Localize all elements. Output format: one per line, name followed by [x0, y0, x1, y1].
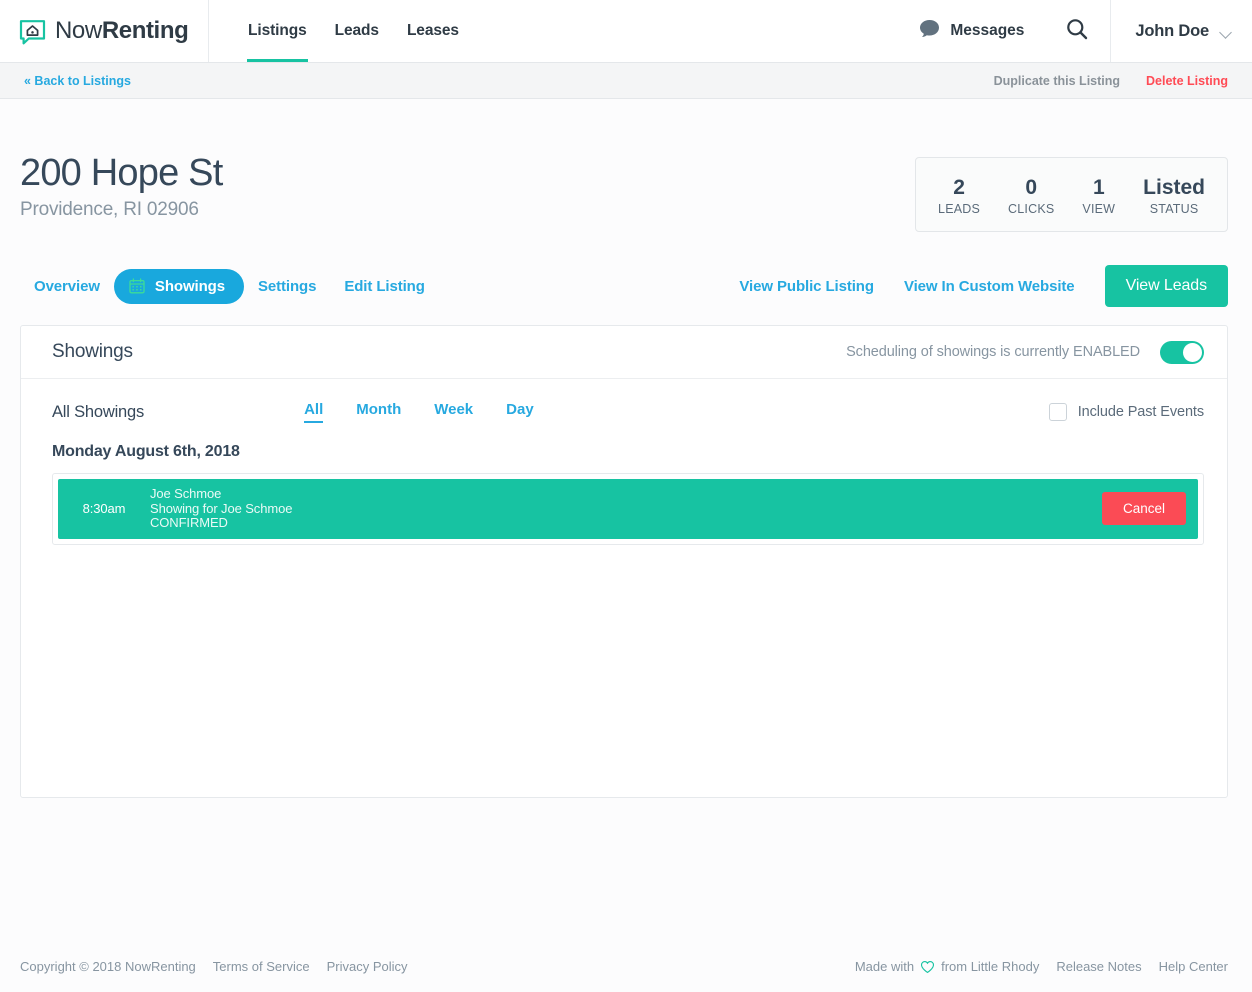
- tab-edit-listing[interactable]: Edit Listing: [330, 269, 438, 304]
- showings-filter-title: All Showings: [52, 402, 145, 421]
- tab-overview[interactable]: Overview: [20, 269, 114, 304]
- range-tab-week[interactable]: Week: [434, 401, 473, 423]
- tab-showings-label: Showings: [154, 277, 225, 295]
- brand-logo[interactable]: NowRenting: [0, 0, 209, 62]
- stat-status: Listed STATUS: [1143, 176, 1205, 216]
- event-description: Showing for Joe Schmoe: [150, 500, 293, 516]
- calendar-icon: [129, 278, 145, 294]
- nav-item-leads-label: Leads: [334, 22, 379, 39]
- event-details: Joe Schmoe Showing for Joe Schmoe CONFIR…: [150, 486, 293, 531]
- listing-action-bar: « Back to Listings Duplicate this Listin…: [0, 63, 1252, 99]
- include-past-events-control[interactable]: Include Past Events: [1048, 403, 1204, 421]
- view-leads-button[interactable]: View Leads: [1104, 265, 1228, 307]
- search-icon: [1066, 18, 1088, 45]
- scheduling-toggle[interactable]: [1160, 340, 1204, 364]
- back-to-listings-link[interactable]: « Back to Listings: [24, 74, 131, 88]
- showing-event-row[interactable]: 8:30am Joe Schmoe Showing for Joe Schmoe…: [58, 479, 1198, 539]
- top-navigation-bar: NowRenting Listings Leads Leases Message…: [0, 0, 1252, 63]
- user-menu[interactable]: John Doe: [1111, 0, 1252, 62]
- heart-icon: [920, 960, 935, 974]
- search-button[interactable]: [1044, 0, 1112, 62]
- copyright-text: Copyright © 2018 NowRenting: [20, 959, 196, 974]
- tab-showings[interactable]: Showings: [113, 268, 244, 304]
- page-title: 200 Hope St: [20, 152, 223, 194]
- showings-panel: Showings Scheduling of showings is curre…: [20, 325, 1228, 798]
- stat-views: 1 VIEW: [1082, 176, 1115, 216]
- range-tab-all[interactable]: All: [304, 401, 324, 423]
- listing-view-actions: View Public Listing View In Custom Websi…: [739, 265, 1228, 307]
- made-with-text: Made with: [854, 959, 915, 974]
- made-with-credit: Made with from Little Rhody: [855, 959, 1040, 974]
- stat-status-label: STATUS: [1149, 202, 1199, 216]
- stat-views-label: VIEW: [1082, 202, 1116, 216]
- include-past-events-checkbox[interactable]: [1048, 403, 1067, 421]
- view-custom-website-link[interactable]: View In Custom Website: [904, 278, 1075, 295]
- event-status: CONFIRMED: [150, 515, 228, 530]
- cancel-showing-button[interactable]: Cancel: [1101, 492, 1186, 526]
- range-tabs: All Month Week Day: [304, 401, 534, 423]
- stat-leads: 2 LEADS: [938, 176, 980, 216]
- range-tab-month[interactable]: Month: [356, 401, 401, 423]
- help-center-link[interactable]: Help Center: [1159, 959, 1228, 974]
- range-tab-day[interactable]: Day: [506, 401, 534, 423]
- stat-leads-label: LEADS: [938, 202, 981, 216]
- tab-settings[interactable]: Settings: [244, 269, 330, 304]
- page-subtitle: Providence, RI 02906: [20, 199, 199, 220]
- release-notes-link[interactable]: Release Notes: [1056, 959, 1141, 974]
- footer-left-group: Copyright © 2018 NowRenting Terms of Ser…: [20, 959, 408, 974]
- stat-clicks-label: CLICKS: [1008, 202, 1055, 216]
- house-chat-logo-icon: [19, 18, 46, 45]
- delete-listing-button[interactable]: Delete Listing: [1146, 74, 1228, 88]
- showings-panel-title: Showings: [52, 341, 133, 362]
- view-public-listing-link[interactable]: View Public Listing: [739, 278, 874, 295]
- tab-edit-listing-label: Edit Listing: [344, 277, 425, 295]
- chevron-down-icon: [1221, 28, 1232, 35]
- speech-bubble-icon: [919, 19, 940, 43]
- nav-item-leases[interactable]: Leases: [393, 0, 473, 62]
- privacy-policy-link[interactable]: Privacy Policy: [327, 959, 408, 974]
- day-header: Monday August 6th, 2018: [52, 443, 240, 460]
- event-card: 8:30am Joe Schmoe Showing for Joe Schmoe…: [52, 473, 1204, 545]
- stat-leads-value: 2: [953, 176, 965, 199]
- listing-title-group: 200 Hope St Providence, RI 02906: [20, 151, 223, 221]
- scheduling-toggle-group: Scheduling of showings is currently ENAB…: [846, 340, 1204, 364]
- event-contact-name: Joe Schmoe: [150, 486, 222, 501]
- primary-nav: Listings Leads Leases: [209, 0, 473, 62]
- footer-right-group: Made with from Little Rhody Release Note…: [855, 959, 1228, 974]
- listing-tabs-row: Overview Showings Settings Edit Listing …: [0, 232, 1252, 307]
- nav-item-leases-label: Leases: [406, 22, 459, 39]
- brand-name: NowRenting: [55, 17, 189, 44]
- from-little-rhody-text: from Little Rhody: [941, 959, 1040, 974]
- include-past-events-label: Include Past Events: [1077, 404, 1204, 420]
- listing-stats-box: 2 LEADS 0 CLICKS 1 VIEW Listed STATUS: [915, 157, 1228, 232]
- stat-views-value: 1: [1092, 176, 1105, 199]
- terms-of-service-link[interactable]: Terms of Service: [213, 959, 310, 974]
- event-time: 8:30am: [82, 501, 126, 517]
- showings-filter-row: All Showings All Month Week Day Include …: [21, 379, 1227, 423]
- listing-header: 200 Hope St Providence, RI 02906 2 LEADS…: [0, 99, 1252, 232]
- showings-day-group: Monday August 6th, 2018 8:30am Joe Schmo…: [21, 423, 1227, 545]
- nav-item-listings-label: Listings: [248, 22, 307, 39]
- scheduling-toggle-label: Scheduling of showings is currently ENAB…: [846, 344, 1140, 360]
- stat-clicks-value: 0: [1025, 176, 1038, 199]
- stat-status-value: Listed: [1143, 176, 1205, 199]
- duplicate-listing-button[interactable]: Duplicate this Listing: [994, 74, 1120, 88]
- showings-panel-header: Showings Scheduling of showings is curre…: [21, 326, 1227, 379]
- user-name-label: John Doe: [1135, 21, 1209, 40]
- page-footer: Copyright © 2018 NowRenting Terms of Ser…: [0, 941, 1252, 992]
- nav-item-listings[interactable]: Listings: [234, 0, 321, 62]
- stat-clicks: 0 CLICKS: [1008, 176, 1054, 216]
- panel-empty-space: [21, 545, 1227, 797]
- messages-button[interactable]: Messages: [899, 0, 1044, 62]
- nav-item-leads[interactable]: Leads: [321, 0, 393, 62]
- listing-action-group: Duplicate this Listing Delete Listing: [994, 74, 1228, 88]
- tab-overview-label: Overview: [34, 277, 100, 295]
- messages-label: Messages: [950, 22, 1025, 39]
- nav-right-group: Messages John Doe: [899, 0, 1252, 62]
- tab-settings-label: Settings: [257, 277, 317, 295]
